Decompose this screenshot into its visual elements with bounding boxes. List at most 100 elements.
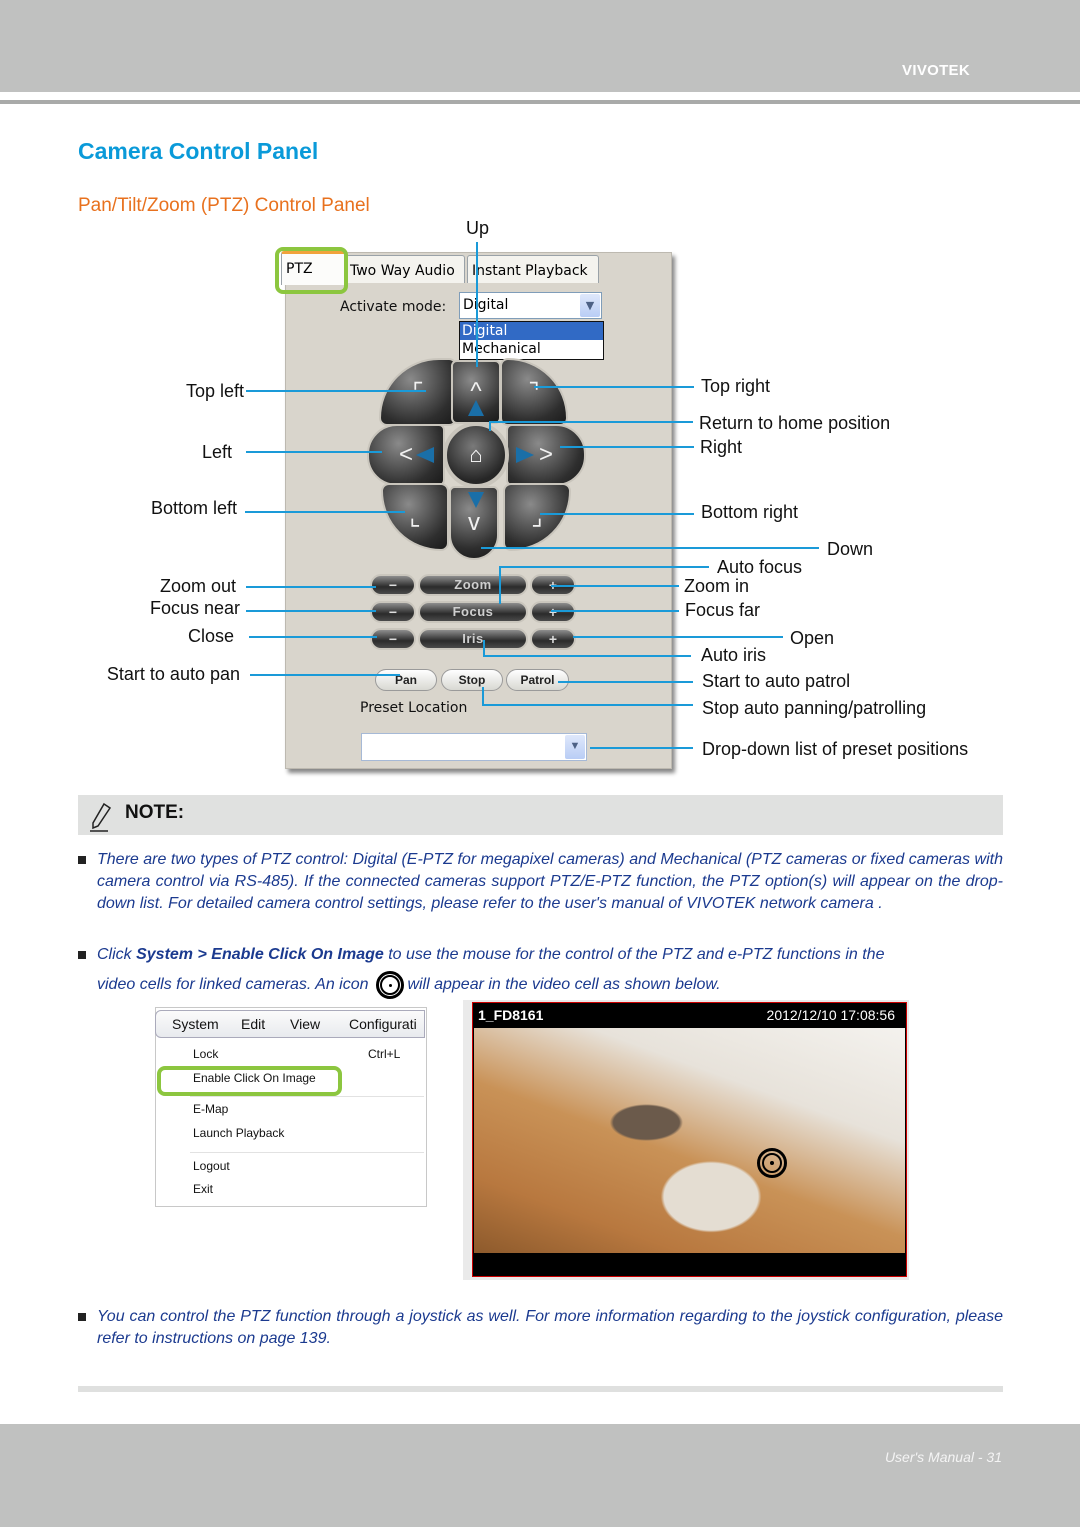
patrol-button[interactable]: Patrol xyxy=(506,669,569,691)
tab-two-way-audio[interactable]: Two Way Audio xyxy=(345,255,465,283)
tab-instant-playback[interactable]: Instant Playback xyxy=(467,255,599,283)
down-arrow-icon: v xyxy=(468,509,480,536)
label-home: Return to home position xyxy=(699,413,891,433)
callout-line-home-stub xyxy=(489,421,491,431)
focus-far-button[interactable]: + xyxy=(530,601,576,623)
menu-view[interactable]: View xyxy=(290,1016,320,1032)
note-header xyxy=(78,795,1003,835)
label-up: Up xyxy=(466,218,490,238)
label-auto-iris: Auto iris xyxy=(701,645,767,665)
label-stop-auto: Stop auto panning/patrolling xyxy=(702,698,927,718)
menu-configuration[interactable]: Configurati xyxy=(349,1016,417,1032)
option-digital[interactable]: Digital xyxy=(460,322,603,340)
menu-edit[interactable]: Edit xyxy=(241,1016,265,1032)
callout-line-left xyxy=(246,451,382,453)
activate-mode-select[interactable]: Digital ▼ xyxy=(459,292,602,319)
page-title: Camera Control Panel xyxy=(78,138,319,164)
callout-line-stop-stub xyxy=(482,687,484,705)
menu-item-launch-playback[interactable]: Launch Playback xyxy=(193,1126,284,1140)
menu-item-lock-shortcut: Ctrl+L xyxy=(368,1047,401,1061)
callout-line-preset xyxy=(590,747,693,749)
pan-button[interactable]: Pan xyxy=(375,669,437,691)
callout-line-focus-near xyxy=(246,610,376,612)
up-indicator-icon xyxy=(468,400,484,416)
bullet-icon xyxy=(78,951,86,959)
callout-line-bottom-left xyxy=(245,511,405,513)
label-zoom-out: Zoom out xyxy=(159,576,236,596)
callout-line-home xyxy=(489,421,693,423)
callout-line-auto-iris xyxy=(483,655,691,657)
callout-line-focus-far xyxy=(551,610,679,612)
page-footer xyxy=(0,1424,1080,1527)
activate-mode-label: Activate mode: xyxy=(340,299,447,315)
brand-logo: VIVOTEK xyxy=(902,62,970,79)
right-indicator-icon xyxy=(516,447,534,463)
stop-button[interactable]: Stop xyxy=(441,669,503,691)
left-indicator-icon xyxy=(416,447,434,463)
note-paragraph-2-line2: video cells for linked cameras. An icon … xyxy=(97,971,721,999)
activate-mode-dropdown-list: Digital Mechanical xyxy=(459,321,604,360)
callout-line-start-auto-pan xyxy=(250,674,400,676)
iris-close-button[interactable]: − xyxy=(370,628,416,650)
callout-line-right xyxy=(560,446,694,448)
top-left-arrow-icon: ⌜ xyxy=(412,378,424,406)
live-video-image[interactable] xyxy=(474,1028,905,1253)
callout-line-close xyxy=(249,636,377,638)
note-paragraph-2: Click System > Enable Click On Image to … xyxy=(97,946,885,963)
page-number: User's Manual - 31 xyxy=(884,1449,1002,1465)
enable-click-highlight xyxy=(157,1066,342,1096)
auto-zoom-button[interactable]: Zoom xyxy=(418,574,528,596)
chevron-down-icon[interactable]: ▼ xyxy=(580,294,600,317)
label-bottom-right: Bottom right xyxy=(701,502,799,522)
preset-location-label: Preset Location xyxy=(360,700,468,716)
callout-line-open xyxy=(573,636,783,638)
ptz-tab-highlight xyxy=(275,247,348,294)
home-icon: ⌂ xyxy=(469,442,483,467)
callout-line-top-right xyxy=(534,386,694,388)
label-zoom-in: Zoom in xyxy=(684,576,750,596)
callout-line-zoom-in xyxy=(551,585,679,587)
callout-line-auto-focus xyxy=(499,566,709,568)
left-arrow-icon: < xyxy=(398,441,413,468)
down-indicator-icon xyxy=(468,492,484,508)
menu-item-e-map[interactable]: E-Map xyxy=(193,1102,228,1116)
focus-near-button[interactable]: − xyxy=(370,601,416,623)
click-target-icon xyxy=(757,1148,787,1178)
iris-open-button[interactable]: + xyxy=(530,628,576,650)
label-start-auto-pan: Start to auto pan xyxy=(106,664,240,684)
label-auto-focus: Auto focus xyxy=(717,557,803,577)
chevron-down-icon[interactable]: ▼ xyxy=(565,735,585,759)
video-timestamp: 2012/12/10 17:08:56 xyxy=(766,1007,895,1023)
section-subtitle: Pan/Tilt/Zoom (PTZ) Control Panel xyxy=(78,195,370,216)
menu-separator xyxy=(190,1096,424,1097)
option-mechanical[interactable]: Mechanical xyxy=(460,340,603,358)
callout-line-stop xyxy=(482,704,693,706)
footer-divider xyxy=(78,1386,1003,1392)
menu-item-lock[interactable]: Lock xyxy=(193,1047,218,1061)
menu-item-logout[interactable]: Logout xyxy=(193,1159,230,1173)
auto-focus-button[interactable]: Focus xyxy=(418,601,528,623)
note-paragraph-1: There are two types of PTZ control: Digi… xyxy=(97,851,1003,912)
bottom-left-arrow-icon: ⌞ xyxy=(409,503,421,531)
label-start-auto-patrol: Start to auto patrol xyxy=(702,671,851,691)
callout-line-patrol xyxy=(558,681,693,683)
note-title: NOTE: xyxy=(125,802,185,823)
menu-item-exit[interactable]: Exit xyxy=(193,1182,213,1196)
label-top-left: Top left xyxy=(185,381,244,401)
label-focus-near: Focus near xyxy=(149,598,240,618)
callout-line-up xyxy=(476,242,478,367)
auto-iris-button[interactable]: Iris xyxy=(418,628,528,650)
label-left: Left xyxy=(201,442,232,462)
menu-system[interactable]: System xyxy=(172,1016,219,1032)
menu-bar: System Edit View Configurati xyxy=(155,1010,425,1038)
bullet-icon xyxy=(78,1313,86,1321)
click-target-icon xyxy=(373,971,404,999)
activate-mode-value: Digital xyxy=(463,297,509,313)
label-close: Close xyxy=(187,626,234,646)
zoom-out-button[interactable]: − xyxy=(370,574,416,596)
callout-line-down xyxy=(481,547,819,549)
home-button[interactable]: ⌂ xyxy=(443,422,509,488)
preset-location-select[interactable]: ▼ xyxy=(361,733,587,761)
note-paragraph-3: You can control the PTZ function through… xyxy=(97,1308,1003,1347)
camera-name: 1_FD8161 xyxy=(478,1007,544,1023)
